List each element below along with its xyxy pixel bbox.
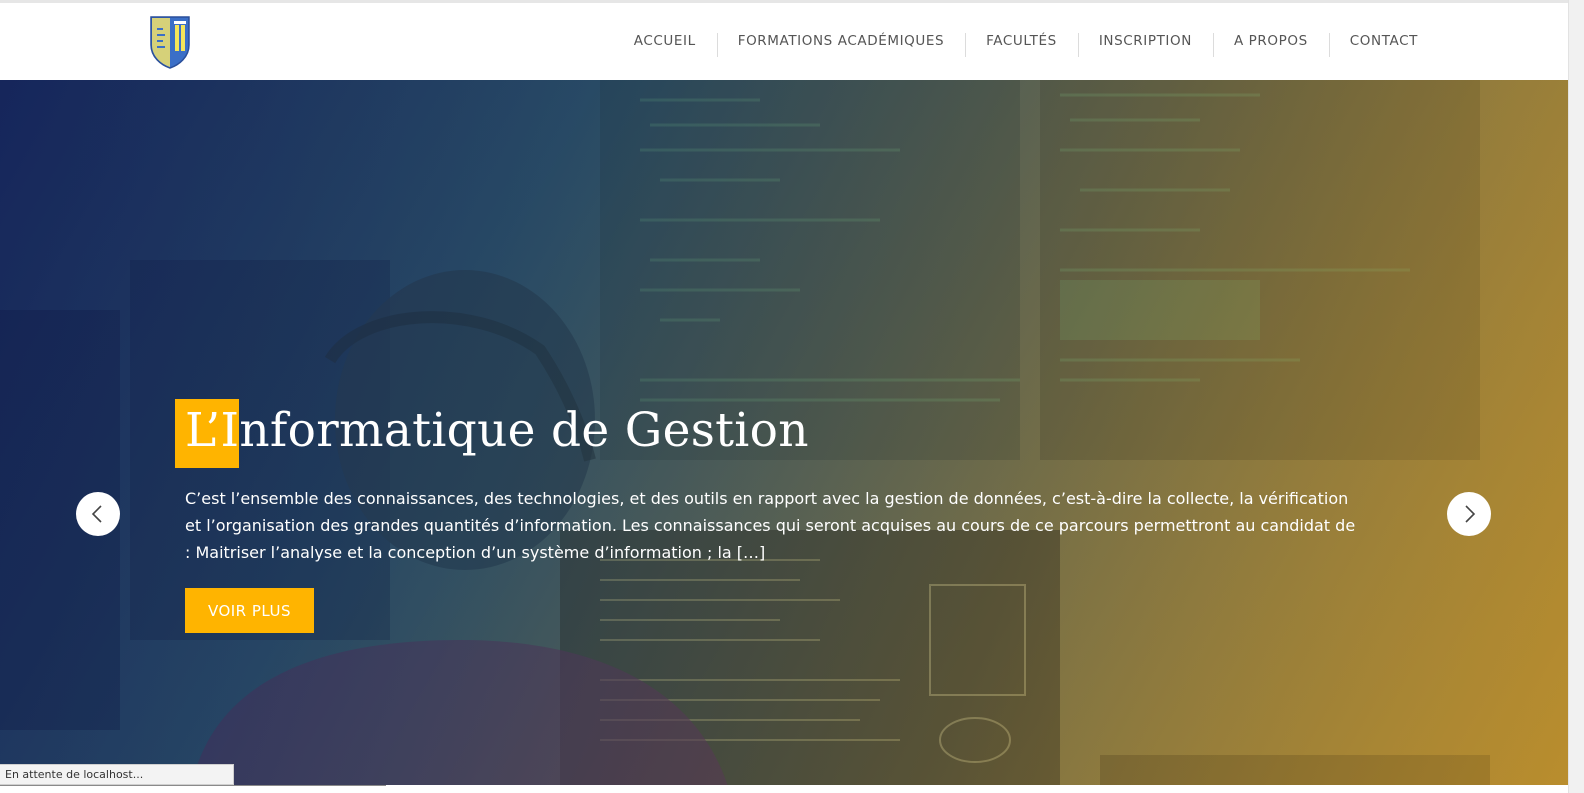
- nav-item-accueil[interactable]: ACCUEIL: [613, 3, 717, 80]
- page: ACCUEIL FORMATIONS ACADÉMIQUES FACULTÉS …: [0, 0, 1584, 793]
- site-header: ACCUEIL FORMATIONS ACADÉMIQUES FACULTÉS …: [0, 3, 1568, 80]
- hero-title: L’Informatique de Gestion: [185, 403, 809, 458]
- chevron-right-icon: [1465, 505, 1476, 523]
- nav-item-formations[interactable]: FORMATIONS ACADÉMIQUES: [716, 3, 965, 80]
- shield-logo-icon: [150, 16, 190, 69]
- main-nav: ACCUEIL FORMATIONS ACADÉMIQUES FACULTÉS …: [613, 3, 1418, 80]
- slider-prev-button[interactable]: [76, 492, 120, 536]
- bottom-strip: [0, 785, 1568, 793]
- progress-line: [0, 785, 386, 786]
- hero-description: C’est l’ensemble des connaissances, des …: [185, 489, 1356, 562]
- logo[interactable]: [149, 15, 191, 69]
- hero-slider: L’Informatique de Gestion C’est l’ensemb…: [0, 80, 1568, 793]
- browser-status-bar: En attente de localhost...: [0, 764, 234, 785]
- nav-item-a-propos[interactable]: A PROPOS: [1212, 3, 1329, 80]
- nav-item-inscription[interactable]: INSCRIPTION: [1077, 3, 1213, 80]
- voir-plus-button[interactable]: VOIR PLUS: [185, 588, 314, 633]
- nav-item-facultes[interactable]: FACULTÉS: [965, 3, 1078, 80]
- slider-next-button[interactable]: [1447, 492, 1491, 536]
- scrollbar[interactable]: [1568, 0, 1584, 793]
- chevron-left-icon: [91, 505, 102, 523]
- nav-item-contact[interactable]: CONTACT: [1328, 3, 1418, 80]
